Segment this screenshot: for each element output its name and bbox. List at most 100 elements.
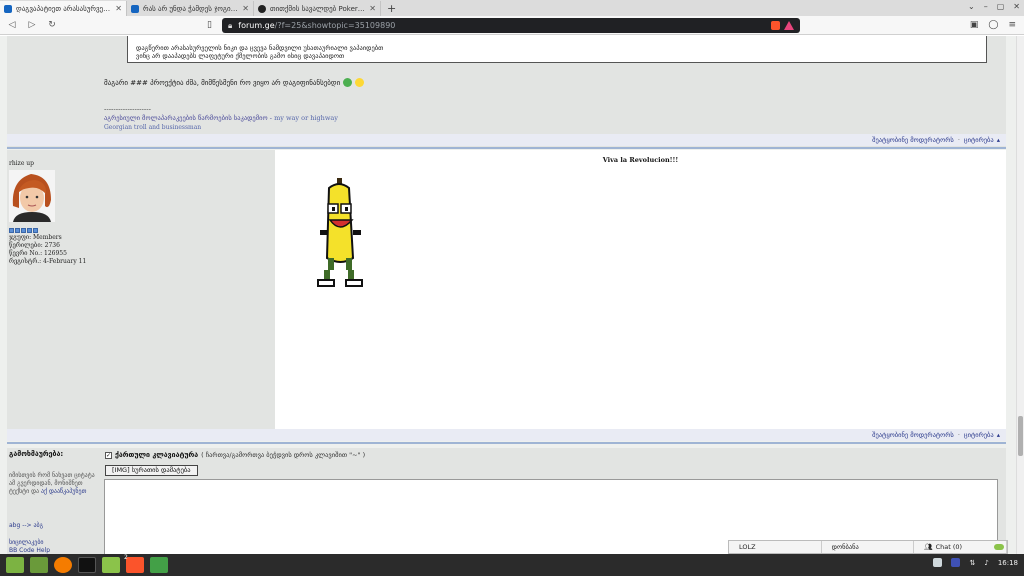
signature-text-en: my way or highway xyxy=(274,114,338,122)
author-member-no: წევრი No.: 126955 xyxy=(9,250,67,257)
quote-line: ვინც არ დააპადებს ლაფეტური ქმელობის გამო… xyxy=(136,52,345,60)
rank-pip xyxy=(21,228,26,233)
tab-title: რას არ უნდა ჭამდეს ჯოგი? -> ლ... xyxy=(143,4,240,13)
author-name[interactable]: rhize up xyxy=(9,160,34,167)
brave-rewards-icon[interactable] xyxy=(784,21,794,30)
reply-editor: ✓ ქართული კლავიატურა ( ჩართვა/გამორთვა ბ… xyxy=(102,448,1006,554)
screen: დაგვაპატიეთ არასასურველი ფ... ✕ რას არ უ… xyxy=(0,0,1024,576)
bookmark-icon[interactable]: ▯ xyxy=(207,20,212,30)
window-controls: ⌄ – ▢ ✕ xyxy=(968,2,1020,11)
brave-browser-icon[interactable]: 2 xyxy=(124,554,144,573)
signature-line-2: Georgian troll and businessman xyxy=(104,124,202,131)
author-registered: რეგისტრ.: 4-February 11 xyxy=(9,258,87,265)
report-moderator-link[interactable]: შეატყობინე მოდერატორს xyxy=(872,136,954,144)
lock-icon: 🔒︎ xyxy=(228,20,233,30)
chat-bar: LOLZ დონბანა 👥︎ Chat (0) xyxy=(728,540,1008,554)
reload-icon[interactable]: ↻ xyxy=(44,20,60,30)
sound-icon[interactable]: ♪ xyxy=(984,559,988,567)
files-icon[interactable] xyxy=(30,557,48,573)
close-icon[interactable]: ✕ xyxy=(242,4,249,13)
us-flag-icon[interactable] xyxy=(951,558,961,567)
browser-tab-bar: დაგვაპატიეთ არასასურველი ფ... ✕ რას არ უ… xyxy=(0,0,1024,16)
clock[interactable]: 16:18 xyxy=(998,559,1018,567)
post-content: Viva la Revolucion!!! xyxy=(275,150,1006,430)
avatar xyxy=(9,170,55,222)
shield-app-icon[interactable] xyxy=(150,557,168,573)
author-info: ჯგუფი: Members წერილები: 2736 წევრი No.:… xyxy=(9,234,86,266)
quote-link[interactable]: ციტირება xyxy=(964,431,994,439)
keyboard-checkbox[interactable]: ✓ xyxy=(105,451,112,459)
forward-icon[interactable]: ▷ xyxy=(24,20,40,30)
firefox-icon[interactable] xyxy=(54,557,72,573)
scroll-up-icon[interactable]: ▴ xyxy=(997,136,1000,144)
post-text: მაგარი ### პროექტია ძმა, მიმწესმენი რო ვ… xyxy=(104,78,365,87)
author-group: ჯგუფი: Members xyxy=(9,234,62,241)
browser-tab-1[interactable]: დაგვაპატიეთ არასასურველი ფ... ✕ xyxy=(0,1,127,16)
scroll-up-icon[interactable]: ▴ xyxy=(997,431,1000,439)
url-path: /?f=25&showtopic=35109890 xyxy=(274,21,396,30)
back-icon[interactable]: ◁ xyxy=(4,20,20,30)
minimize-icon[interactable]: – xyxy=(984,2,988,11)
close-icon[interactable]: ✕ xyxy=(115,4,122,13)
forum-favicon-icon xyxy=(4,4,12,13)
brave-shield-icon[interactable] xyxy=(771,21,780,30)
georgian-keyboard-toggle: ✓ ქართული კლავიატურა ( ჩართვა/გამორთვა ბ… xyxy=(105,451,365,459)
abg-link[interactable]: abg --> აბგ xyxy=(9,522,43,529)
post-separator xyxy=(7,147,1006,149)
chat-label: Chat (0) xyxy=(935,543,963,551)
insert-image-button[interactable]: [IMG] სურათის დამატება xyxy=(105,465,198,476)
report-moderator-link[interactable]: შეატყობინე მოდერატორს xyxy=(872,431,954,439)
terminal-icon[interactable] xyxy=(78,557,96,573)
url-host: forum.ge xyxy=(238,21,275,30)
rank-pip xyxy=(27,228,32,233)
post-title: Viva la Revolucion!!! xyxy=(602,156,679,164)
rank-pip xyxy=(15,228,20,233)
forum-post: rhize up ჯგუფი: Members წერილები: 2736 წ… xyxy=(7,150,1006,430)
author-posts: წერილები: 2736 xyxy=(9,242,60,249)
separator: · xyxy=(957,431,960,439)
browser-tab-3[interactable]: თითქმის სავალდებ Poker პაპ... ✕ xyxy=(254,1,381,16)
post-separator xyxy=(7,442,1006,444)
browser-tab-2[interactable]: რას არ უნდა ჭამდეს ჯოგი? -> ლ... ✕ xyxy=(127,1,254,16)
chat-tab-lolz[interactable]: LOLZ xyxy=(729,541,822,553)
chat-toggle-icon[interactable] xyxy=(994,544,1004,550)
post-text-body: მაგარი ### პროექტია ძმა, მიმწესმენი რო ვ… xyxy=(104,78,341,87)
quote-link[interactable]: ციტირება xyxy=(964,136,994,144)
reply-title: გამოხმაურება: xyxy=(9,450,64,458)
bbcode-help-link[interactable]: BB Code Help xyxy=(9,547,50,554)
toolbar-right: ▣ ◯ ≡ xyxy=(970,20,1016,30)
extension-icon[interactable]: ▣ xyxy=(970,20,979,30)
system-tray: ⇅ ♪ 16:18 xyxy=(933,558,1018,567)
reply-note-link[interactable]: აქ დააწკაპუნეთ xyxy=(41,488,86,495)
new-tab-plus-icon[interactable]: + xyxy=(381,1,402,16)
close-icon[interactable]: ✕ xyxy=(369,4,376,13)
address-bar[interactable]: 🔒︎ forum.ge /?f=25&showtopic=35109890 xyxy=(222,18,800,33)
scrollbar-thumb[interactable] xyxy=(1018,416,1023,456)
laughing-smiley-icon xyxy=(355,78,365,87)
chat-tab-2[interactable]: დონბანა xyxy=(822,541,915,553)
page-scrollbar[interactable] xyxy=(1016,36,1024,554)
previous-post: დაგწერით არასასურველის ნიკი და ცვევა ნამ… xyxy=(7,36,1006,149)
folder-icon[interactable] xyxy=(102,557,120,573)
network-icon[interactable]: ⇅ xyxy=(969,559,975,567)
mint-menu-icon[interactable] xyxy=(6,557,24,573)
post-action-bar-2: შეატყობინე მოდერატორს · ციტირება ▴ xyxy=(7,429,1006,441)
rank-pip xyxy=(9,228,14,233)
account-icon[interactable]: ◯ xyxy=(988,20,998,30)
quote-line: დაგწერით არასასურველის ნიკი და ცვევა ნამ… xyxy=(136,44,384,52)
quote-block: დაგწერით არასასურველის ნიკი და ცვევა ნამ… xyxy=(127,36,987,63)
chevron-down-icon[interactable]: ⌄ xyxy=(968,2,975,11)
signature-line: აგრესიული მოლაპარაკეების წარმოების საკად… xyxy=(104,114,338,122)
maximize-icon[interactable]: ▢ xyxy=(997,2,1005,11)
close-window-icon[interactable]: ✕ xyxy=(1013,2,1020,11)
forum-page: დაგწერით არასასურველის ნიკი და ცვევა ნამ… xyxy=(0,36,1016,554)
smileys-link[interactable]: სიცილაკები xyxy=(9,539,44,546)
tab-title: თითქმის სავალდებ Poker პაპ... xyxy=(270,4,366,13)
separator: · xyxy=(957,136,960,144)
dancing-banana-image xyxy=(317,178,363,287)
security-shield-icon[interactable] xyxy=(933,558,943,567)
tab-title: დაგვაპატიეთ არასასურველი ფ... xyxy=(16,4,113,13)
forum-favicon-icon xyxy=(131,4,139,13)
os-taskbar: 2 ⇅ ♪ 16:18 xyxy=(0,554,1024,576)
menu-icon[interactable]: ≡ xyxy=(1008,20,1016,30)
